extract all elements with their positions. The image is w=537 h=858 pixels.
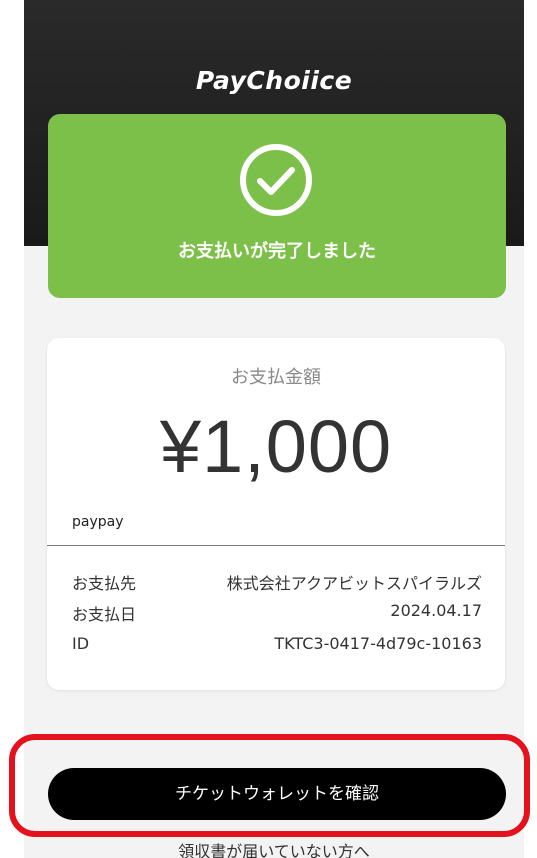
divider [47,545,505,546]
brand-logo: PayChoiice [195,66,353,95]
detail-key: ID [72,634,90,653]
detail-key: お支払先 [72,574,137,593]
detail-value: 株式会社アクアビットスパイラルズ [226,574,482,593]
phone-screen: PayChoiice お支払いが完了しました お支払金額 ¥1,000 payp… [24,0,524,858]
payment-summary-card: お支払金額 ¥1,000 paypay お支払先 株式会社アクアビットスパイラル… [47,338,505,690]
detail-row-payee: お支払先 株式会社アクアビットスパイラルズ [72,570,482,594]
payment-method: paypay [72,514,124,530]
detail-key: お支払日 [72,605,137,624]
receipt-not-received-link[interactable]: 領収書が届いていない方へ [24,838,524,858]
detail-value: 2024.04.17 [390,601,482,620]
amount-label: お支払金額 [231,367,321,388]
check-circle-icon [240,144,312,216]
payment-complete-message: お支払いが完了しました [178,241,376,262]
payment-success-banner: お支払いが完了しました [48,114,506,298]
check-ticket-wallet-button[interactable]: チケットウォレットを確認 [48,768,506,820]
detail-value: TKTC3-0417-4d79c-10163 [274,634,482,653]
detail-row-id: ID TKTC3-0417-4d79c-10163 [72,634,482,658]
amount-value: ¥1,000 [159,405,393,488]
detail-row-date: お支払日 2024.04.17 [72,601,482,625]
